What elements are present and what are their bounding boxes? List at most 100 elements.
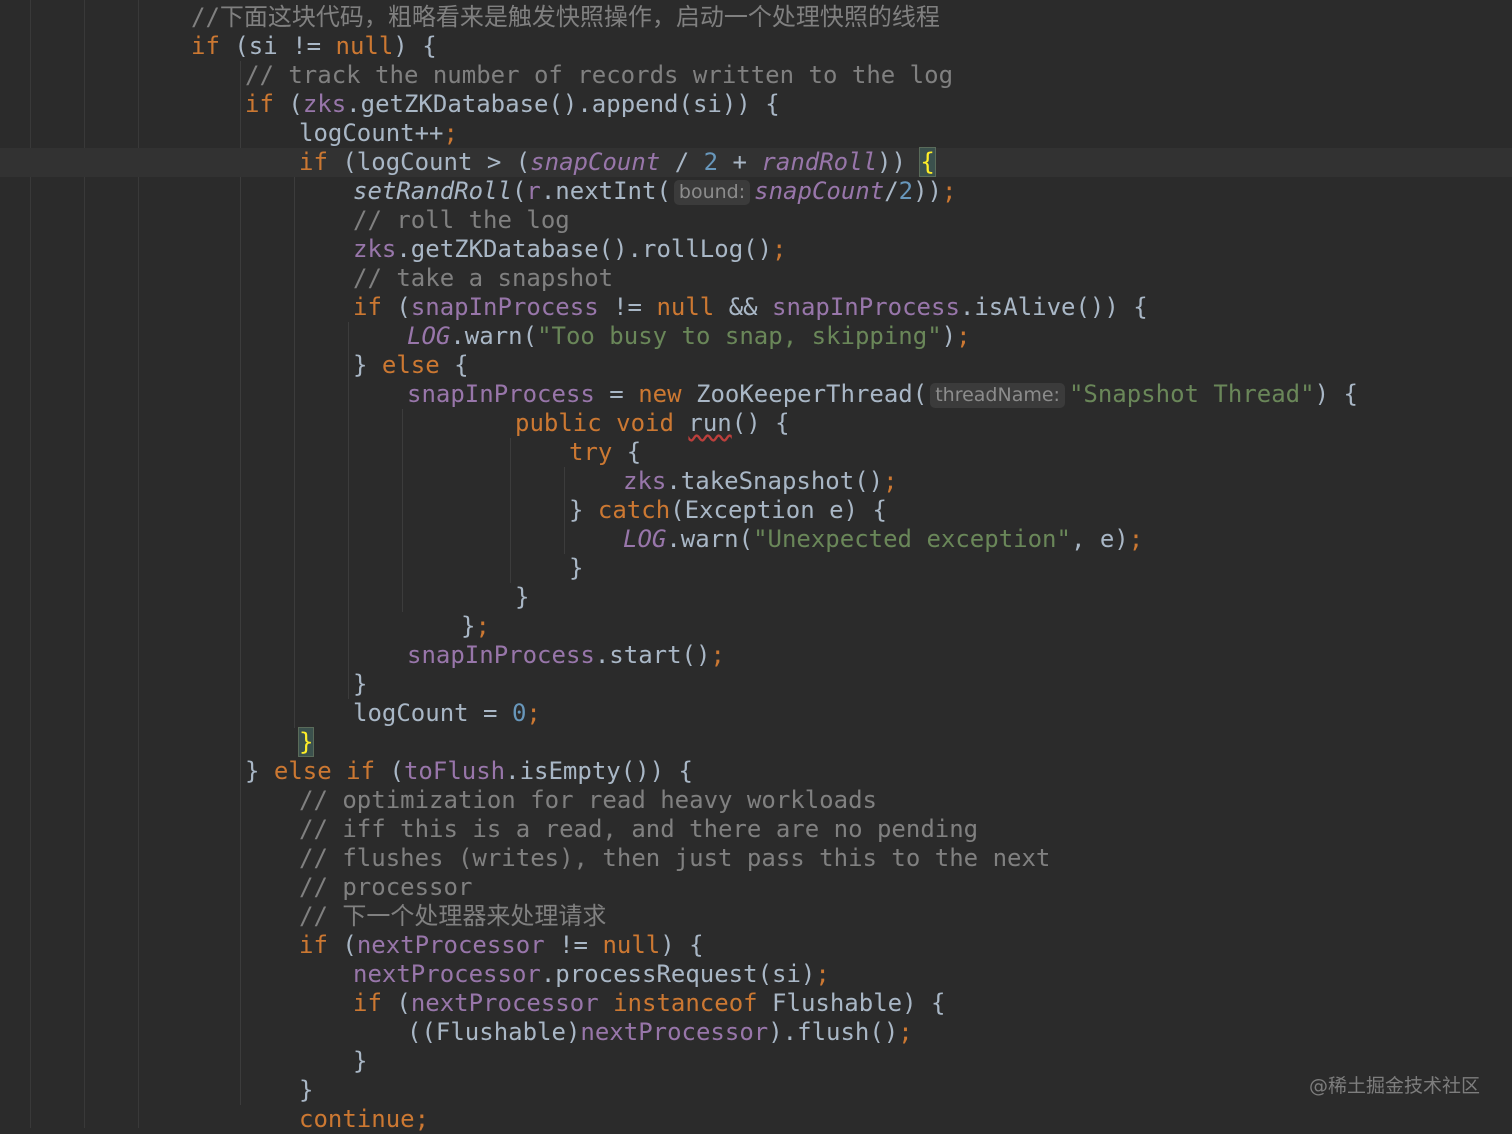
code-editor[interactable]: //下面这块代码，粗略看来是触发快照操作，启动一个处理快照的线程 if (si !… (0, 0, 1512, 1133)
code-line[interactable]: ((Flushable)nextProcessor).flush(); (407, 1018, 913, 1047)
code-token: .isAlive()) { (959, 293, 1148, 321)
code-line[interactable]: // iff this is a read, and there are no … (299, 815, 978, 844)
code-token: } (299, 1076, 314, 1104)
keyword-token: null (656, 293, 715, 321)
code-token: ) { (660, 931, 704, 959)
code-token: ; (772, 235, 787, 263)
code-token: .getZKDatabase().append(si)) { (346, 90, 780, 118)
keyword-token: else if (273, 757, 376, 785)
code-line[interactable]: if (snapInProcess != null && snapInProce… (353, 293, 1148, 322)
keyword-token: if (353, 293, 382, 321)
field-token: zks (623, 467, 667, 495)
code-token: } (569, 554, 584, 582)
field-token: snapCount (754, 177, 885, 205)
keyword-token: if (245, 90, 274, 118)
field-token: snapInProcess (772, 293, 960, 321)
code-line[interactable]: snapInProcess = new ZooKeeperThread(thre… (407, 380, 1358, 409)
code-token: ; (898, 1018, 913, 1046)
code-line[interactable]: } else { (353, 351, 469, 380)
code-token: .warn( (666, 525, 754, 553)
code-line[interactable]: zks.getZKDatabase().rollLog(); (353, 235, 787, 264)
code-line[interactable]: public void run() { (515, 409, 790, 438)
code-line[interactable]: } (353, 1047, 367, 1076)
comment-token: // roll the log (353, 206, 570, 234)
code-token: ( (327, 931, 357, 959)
code-line[interactable]: if (si != null) { (191, 32, 437, 61)
comment-token: // optimization for read heavy workloads (299, 786, 877, 814)
code-line[interactable]: //下面这块代码，粗略看来是触发快照操作，启动一个处理快照的线程 (191, 3, 940, 32)
code-token: ; (942, 177, 957, 205)
comment-token: // take a snapshot (353, 264, 614, 292)
code-token: (Exception e) { (670, 496, 887, 524)
code-line[interactable]: logCount = 0; (353, 699, 541, 728)
code-line[interactable]: } else if (toFlush.isEmpty()) { (245, 757, 693, 786)
code-token: } (461, 612, 476, 640)
code-line[interactable]: if (nextProcessor instanceof Flushable) … (353, 989, 945, 1018)
code-token: ZooKeeperThread( (681, 380, 928, 408)
code-line[interactable]: } (353, 670, 367, 699)
code-token: )) (877, 148, 921, 176)
code-line[interactable]: zks.takeSnapshot(); (623, 467, 898, 496)
code-line[interactable]: try { (569, 438, 641, 467)
field-token: nextProcessor (580, 1018, 769, 1046)
keyword-token: try (569, 438, 613, 466)
code-line[interactable]: // flushes (writes), then just pass this… (299, 844, 1050, 873)
keyword-token: if (299, 931, 328, 959)
code-token: ( (375, 757, 404, 785)
code-token: { (612, 438, 642, 466)
field-token: zks (353, 235, 397, 263)
code-token: Flushable) { (757, 989, 946, 1017)
code-line[interactable]: if (logCount > (snapCount / 2 + randRoll… (299, 147, 936, 177)
code-line[interactable]: if (nextProcessor != null) { (299, 931, 704, 960)
code-token: } (353, 351, 382, 379)
code-token: ; (526, 699, 541, 727)
code-line[interactable]: continue; (299, 1105, 429, 1134)
code-token: logCount = (353, 699, 512, 727)
code-token: ( (381, 293, 411, 321)
code-token: && (714, 293, 773, 321)
code-token: } (515, 583, 530, 611)
keyword-token: if (353, 989, 382, 1017)
code-line[interactable]: snapInProcess.start(); (407, 641, 725, 670)
code-token: = (594, 380, 639, 408)
code-token: .nextInt( (540, 177, 671, 205)
code-token: / (884, 177, 899, 205)
code-line[interactable]: } (299, 1076, 313, 1105)
code-line[interactable]: } (515, 583, 529, 612)
code-line[interactable]: } (569, 554, 583, 583)
code-line[interactable]: LOG.warn("Too busy to snap, skipping"); (407, 322, 971, 351)
code-token: / (660, 148, 704, 176)
code-line[interactable]: if (zks.getZKDatabase().append(si)) { (245, 90, 780, 119)
code-token: } (353, 1047, 368, 1075)
code-token: ) (941, 322, 957, 350)
code-token: } (353, 670, 368, 698)
scope-guide (294, 148, 295, 728)
code-line[interactable]: nextProcessor.processRequest(si); (353, 960, 830, 989)
scope-guide (402, 409, 403, 612)
field-token: snapCount (530, 148, 661, 176)
code-line[interactable]: // 下一个处理器来处理请求 (299, 902, 606, 931)
number-token: 2 (703, 148, 719, 176)
field-token: nextProcessor (353, 960, 541, 988)
code-line[interactable]: setRandRoll(r.nextInt(bound: snapCount/2)… (353, 177, 956, 206)
code-token: ; (1128, 525, 1144, 553)
code-line[interactable]: LOG.warn("Unexpected exception", e); (623, 525, 1143, 554)
code-line[interactable]: // track the number of records written t… (245, 61, 953, 90)
code-line[interactable]: // optimization for read heavy workloads (299, 786, 877, 815)
code-line[interactable]: logCount++; (299, 119, 458, 148)
comment-token: // track the number of records written t… (245, 61, 954, 89)
keyword-token: catch (597, 496, 671, 524)
code-token: .start() (594, 641, 711, 669)
code-line[interactable]: }; (461, 612, 490, 641)
matched-brace: { (919, 147, 936, 177)
comment-token: //下面这块代码，粗略看来是触发快照操作，启动一个处理快照的线程 (191, 3, 940, 31)
code-line[interactable]: // take a snapshot (353, 264, 613, 293)
code-token: ( (381, 989, 411, 1017)
code-line[interactable]: } catch(Exception e) { (569, 496, 887, 525)
code-line[interactable]: // roll the log (353, 206, 570, 235)
code-line[interactable]: // processor (299, 873, 472, 902)
keyword-token: continue (299, 1105, 415, 1133)
code-line[interactable]: } (297, 727, 315, 757)
code-token: .warn( (450, 322, 538, 350)
